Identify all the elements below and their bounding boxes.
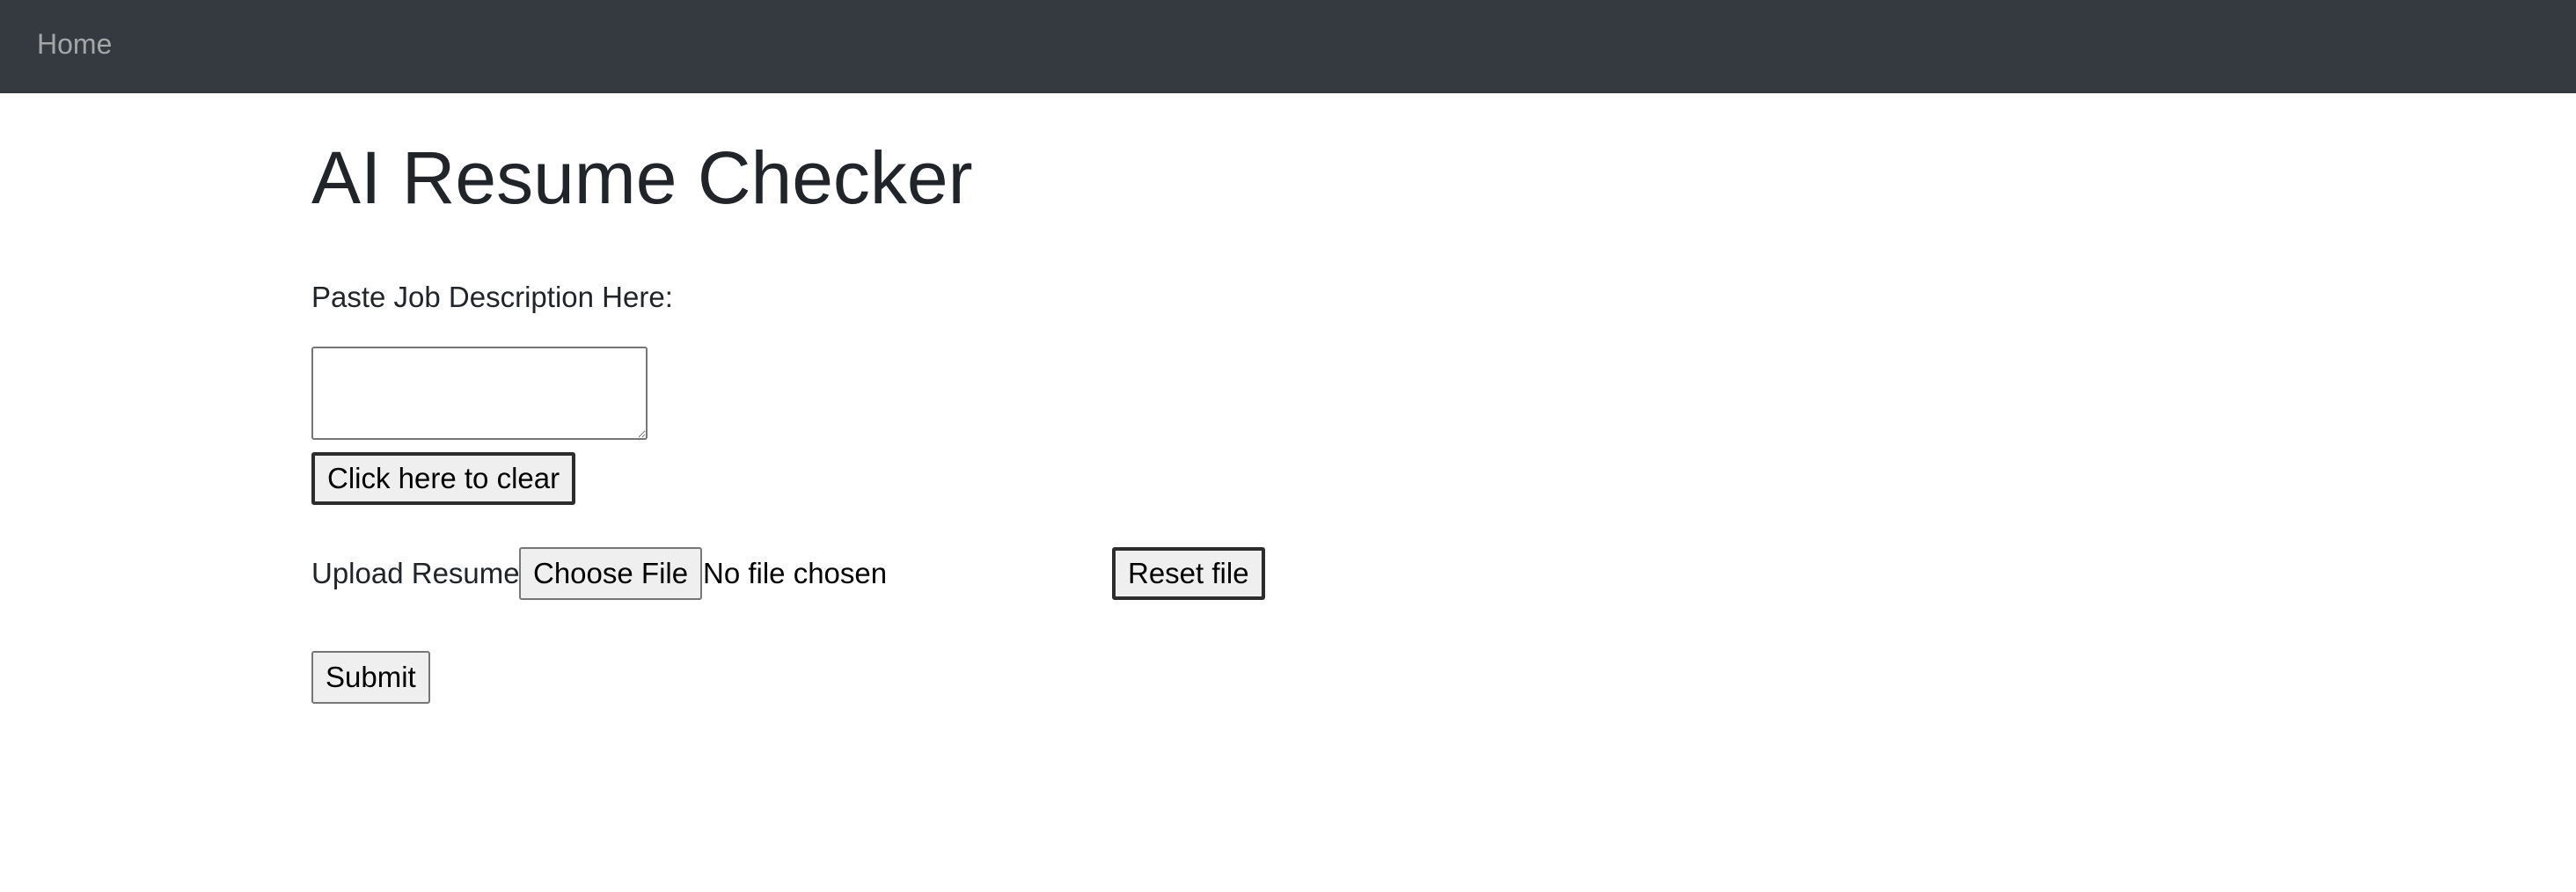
nav-home-link[interactable]: Home — [37, 26, 112, 62]
reset-file-button[interactable]: Reset file — [1112, 547, 1265, 600]
clear-job-description-button[interactable]: Click here to clear — [311, 452, 576, 505]
submit-button[interactable]: Submit — [311, 651, 430, 704]
page-title: AI Resume Checker — [311, 136, 973, 219]
choose-file-button[interactable]: Choose File — [519, 547, 703, 600]
job-description-label: Paste Job Description Here: — [311, 281, 673, 313]
top-navbar: Home — [0, 0, 2576, 93]
file-status-text: No file chosen — [703, 557, 888, 589]
upload-resume-label: Upload Resume — [311, 557, 520, 589]
job-description-textarea[interactable] — [311, 347, 648, 440]
